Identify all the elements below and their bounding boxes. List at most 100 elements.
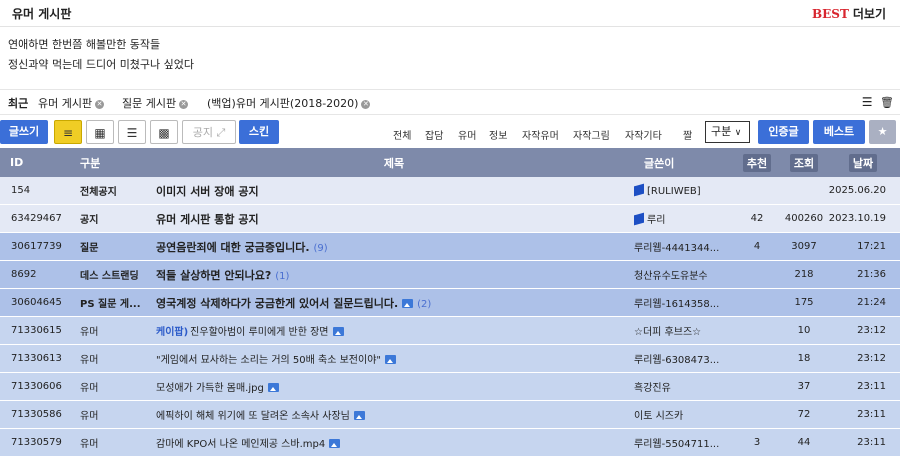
post-writer[interactable]: ☆더피 후브즈☆ (634, 327, 701, 338)
post-subject[interactable]: 진우할아범이 루미에게 반한 장면 (190, 327, 328, 338)
post-writer[interactable]: 이토 시즈카 (634, 411, 683, 422)
post-writer[interactable]: 루리 (647, 215, 665, 226)
recent-tab-question[interactable]: 질문 게시판 ✕ (122, 95, 189, 111)
post-writer-cell[interactable]: 루리웹-5504711... (634, 428, 732, 457)
compact-view-button[interactable]: ☰ (118, 120, 146, 144)
comment-count[interactable]: (9) (314, 243, 328, 254)
post-category[interactable]: 전체공지 (70, 177, 154, 205)
post-subject-cell[interactable]: 적들 살상하면 안되나요? (1) (154, 260, 634, 289)
grid-view-button[interactable]: ▦ (86, 120, 114, 144)
post-category[interactable]: PS 질문 게... (70, 288, 154, 317)
category-info[interactable]: 정보 (489, 127, 507, 142)
post-subject[interactable]: 모성애가 가득한 몸매.jpg (156, 383, 264, 394)
skin-button[interactable]: 스킨 (239, 120, 279, 144)
table-row[interactable]: 8692 데스 스트랜딩 적들 살상하면 안되나요? (1) 청산유수도유분수 218 21… (0, 260, 900, 289)
recent-tab-backup-humor[interactable]: (백업)유머 게시판(2018-2020) ✕ (207, 95, 371, 111)
post-category[interactable]: 질문 (70, 232, 154, 261)
post-writer[interactable]: 루리웹-4441344... (634, 243, 719, 254)
post-subject-cell[interactable]: 공연음란죄에 대한 궁금증입니다. (9) (154, 232, 634, 261)
post-writer-cell[interactable]: 루리 (634, 204, 732, 233)
trash-icon[interactable]: 🗑 (880, 96, 894, 109)
category-own-drawing[interactable]: 자작그림 (573, 127, 610, 142)
comment-count[interactable]: (1) (275, 271, 289, 282)
category-meme[interactable]: 짤 (683, 127, 692, 142)
post-writer[interactable]: 루리웹-6308473... (634, 355, 719, 366)
post-category[interactable]: 유머 (70, 316, 154, 345)
post-category[interactable]: 데스 스트랜딩 (70, 260, 154, 289)
category-select[interactable]: 구분 ∨ (705, 121, 750, 143)
notice-toggle-button[interactable]: 공지 ⤢ (182, 120, 236, 144)
post-writer[interactable]: 루리웹-1614358... (634, 299, 719, 310)
best-post-link[interactable]: 정신과약 먹는데 드디어 미쳤구나 싶었다 (8, 55, 900, 75)
post-subject[interactable]: 감마에 KPO서 나온 메인제공 스바.mp4 (156, 439, 325, 450)
category-chat[interactable]: 잡담 (425, 127, 443, 142)
post-date: 17:21 (826, 232, 900, 261)
category-all[interactable]: 전체 (393, 127, 411, 142)
table-row[interactable]: 71330579 유머 감마에 KPO서 나온 메인제공 스바.mp4 루리웹-550… (0, 428, 900, 457)
col-date[interactable]: 날짜 (826, 148, 900, 177)
post-subject-cell[interactable]: 유머 게시판 통합 공지 (154, 204, 634, 233)
post-category[interactable]: 유머 (70, 428, 154, 457)
close-icon[interactable]: ✕ (179, 100, 189, 109)
post-subject-cell[interactable]: 이미지 서버 장애 공지 (154, 177, 634, 205)
post-category[interactable]: 유머 (70, 372, 154, 401)
post-writer-cell[interactable]: 루리웹-4441344... (634, 232, 732, 261)
close-icon[interactable]: ✕ (95, 100, 105, 109)
post-writer-cell[interactable]: ☆더피 후브즈☆ (634, 316, 732, 345)
col-recommend[interactable]: 추천 (732, 148, 782, 177)
best-posts-button[interactable]: 베스트 (813, 120, 865, 144)
post-writer-cell[interactable]: 이토 시즈카 (634, 400, 732, 429)
post-writer-cell[interactable]: 흑강진유 (634, 372, 732, 401)
comment-count[interactable]: (2) (417, 299, 431, 310)
post-subject[interactable]: "게임에서 묘사하는 소리는 거의 50배 축소 보전이야" (156, 355, 381, 366)
more-label: 더보기 (852, 7, 886, 21)
post-subject-cell[interactable]: 영국계정 삭제하다가 궁금한게 있어서 질문드립니다. (2) (154, 288, 634, 317)
post-subject[interactable]: 에픽하이 해체 위기에 또 달려온 소속사 사장님 (156, 411, 350, 422)
favorite-button[interactable]: ★ (869, 120, 896, 144)
post-subject-cell[interactable]: 감마에 KPO서 나온 메인제공 스바.mp4 (154, 428, 634, 457)
post-tag[interactable]: 케이팝) (156, 327, 188, 338)
category-humor[interactable]: 유머 (458, 127, 476, 142)
post-subject-cell[interactable]: 케이팝) 진우할아범이 루미에게 반한 장면 (154, 316, 634, 345)
post-subject-cell[interactable]: "게임에서 묘사하는 소리는 거의 50배 축소 보전이야" (154, 344, 634, 373)
post-writer-cell[interactable]: 루리웹-6308473... (634, 344, 732, 373)
post-subject[interactable]: 영국계정 삭제하다가 궁금한게 있어서 질문드립니다. (156, 297, 398, 310)
post-writer[interactable]: 청산유수도유분수 (634, 271, 708, 282)
post-category[interactable]: 유머 (70, 344, 154, 373)
post-subject[interactable]: 이미지 서버 장애 공지 (156, 185, 259, 198)
post-writer-cell[interactable]: [RULIWEB] (634, 177, 732, 205)
post-writer[interactable]: [RULIWEB] (647, 186, 701, 197)
col-views[interactable]: 조회 (782, 148, 826, 177)
post-subject[interactable]: 적들 살상하면 안되나요? (156, 269, 271, 282)
table-row[interactable]: 30604645 PS 질문 게... 영국계정 삭제하다가 궁금한게 있어서 질문… (0, 288, 900, 317)
table-row[interactable]: 154 전체공지 이미지 서버 장애 공지 [RULIWEB] 2025.06.20 (0, 177, 900, 205)
post-writer-cell[interactable]: 청산유수도유분수 (634, 260, 732, 289)
table-row[interactable]: 63429467 공지 유머 게시판 통합 공지 루리 42 400260 2023.10.… (0, 204, 900, 233)
menu-icon[interactable]: ☰ (862, 95, 873, 109)
certified-posts-button[interactable]: 인증글 (758, 120, 809, 144)
post-date: 2023.10.19 (826, 204, 900, 233)
post-subject-cell[interactable]: 모성애가 가득한 몸매.jpg (154, 372, 634, 401)
post-category[interactable]: 유머 (70, 400, 154, 429)
category-own-humor[interactable]: 자작유머 (522, 127, 559, 142)
category-own-etc[interactable]: 자작기타 (625, 127, 662, 142)
table-row[interactable]: 71330615 유머 케이팝) 진우할아범이 루미에게 반한 장면 ☆더피 후브즈☆ 1… (0, 316, 900, 345)
post-subject-cell[interactable]: 에픽하이 해체 위기에 또 달려온 소속사 사장님 (154, 400, 634, 429)
list-view-button[interactable]: ≡ (54, 120, 82, 144)
table-row[interactable]: 71330613 유머 "게임에서 묘사하는 소리는 거의 50배 축소 보전이야"… (0, 344, 900, 373)
post-writer[interactable]: 루리웹-5504711... (634, 439, 719, 450)
post-writer[interactable]: 흑강진유 (634, 383, 671, 394)
best-more-link[interactable]: BEST 더보기 (812, 5, 886, 22)
table-row[interactable]: 30617739 질문 공연음란죄에 대한 궁금증입니다. (9) 루리웹-444134… (0, 232, 900, 261)
post-subject[interactable]: 공연음란죄에 대한 궁금증입니다. (156, 241, 310, 254)
recent-tab-humor[interactable]: 유머 게시판 ✕ (38, 95, 105, 111)
post-subject[interactable]: 유머 게시판 통합 공지 (156, 213, 259, 226)
write-button[interactable]: 글쓰기 (0, 120, 48, 144)
post-writer-cell[interactable]: 루리웹-1614358... (634, 288, 732, 317)
best-post-link[interactable]: 연애하면 한번쯤 해볼만한 동작들 (8, 35, 900, 55)
table-row[interactable]: 71330586 유머 에픽하이 해체 위기에 또 달려온 소속사 사장님 이토 시즈… (0, 400, 900, 429)
gallery-view-button[interactable]: ▩ (150, 120, 178, 144)
table-row[interactable]: 71330606 유머 모성애가 가득한 몸매.jpg 흑강진유 37 23:11 (0, 372, 900, 401)
close-icon[interactable]: ✕ (361, 100, 371, 109)
post-category[interactable]: 공지 (70, 204, 154, 233)
